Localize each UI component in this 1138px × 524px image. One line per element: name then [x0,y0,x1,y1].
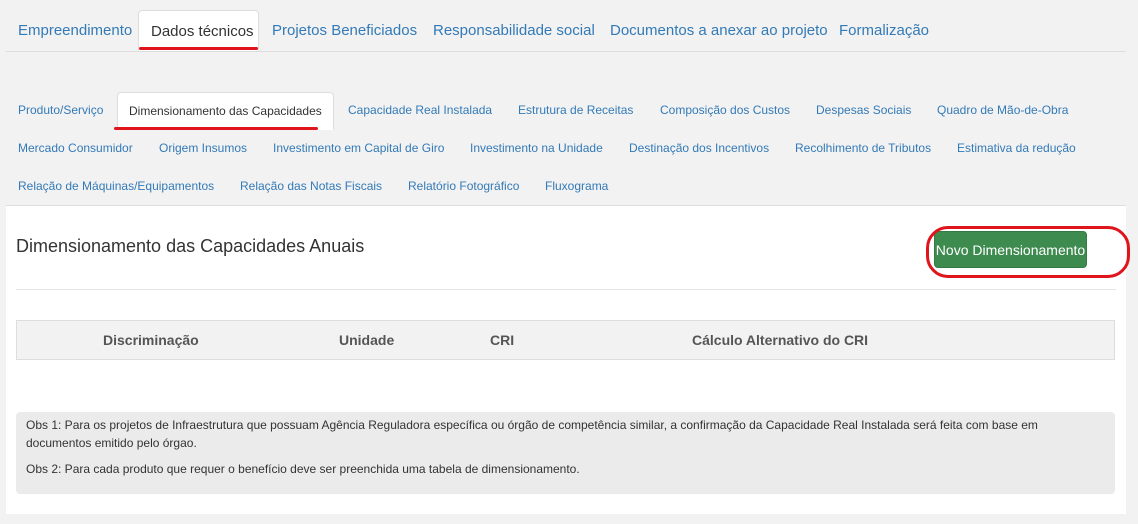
subtab-investimento-capital-giro[interactable]: Investimento em Capital de Giro [273,138,444,158]
table-header: Discriminação Unidade CRI Cálculo Altern… [16,320,1115,360]
notes-box: Obs 1: Para os projetos de Infraestrutur… [16,412,1115,494]
subtab-despesas-sociais[interactable]: Despesas Sociais [816,100,911,120]
page-title: Dimensionamento das Capacidades Anuais [16,236,365,256]
tab-responsabilidade-social[interactable]: Responsabilidade social [433,10,595,51]
title-divider [16,289,1116,290]
tab-documentos-anexar[interactable]: Documentos a anexar ao projeto [610,10,828,51]
subtab-relacao-maquinas[interactable]: Relação de Máquinas/Equipamentos [18,176,214,196]
subtab-quadro-mao-de-obra[interactable]: Quadro de Mão-de-Obra [937,100,1068,120]
subtab-composicao-custos[interactable]: Composição dos Custos [660,100,790,120]
annotation-underline-dados-tecnicos [139,47,258,50]
subtab-produto-servico[interactable]: Produto/Serviço [18,100,103,120]
column-header-calculo-alternativo[interactable]: Cálculo Alternativo do CRI [692,321,868,359]
top-tab-bar: Empreendimento Dados técnicos Projetos B… [6,10,1126,52]
subtab-destinacao-incentivos[interactable]: Destinação dos Incentivos [629,138,769,158]
subtab-mercado-consumidor[interactable]: Mercado Consumidor [18,138,133,158]
column-header-cri[interactable]: CRI [490,321,514,359]
subtab-origem-insumos[interactable]: Origem Insumos [159,138,247,158]
note-obs1: Obs 1: Para os projetos de Infraestrutur… [26,418,1038,450]
tab-formalizacao[interactable]: Formalização [839,10,929,51]
subtab-relatorio-fotografico[interactable]: Relatório Fotográfico [408,176,519,196]
subtab-investimento-unidade[interactable]: Investimento na Unidade [470,138,603,158]
tab-dados-tecnicos[interactable]: Dados técnicos [138,10,259,51]
annotation-underline-dimensionamento [114,127,318,130]
subtab-capacidade-real-instalada[interactable]: Capacidade Real Instalada [348,100,492,120]
tab-projetos-beneficiados[interactable]: Projetos Beneficiados [272,10,417,51]
subtab-estimativa-reducao[interactable]: Estimativa da redução [957,138,1076,158]
tab-empreendimento[interactable]: Empreendimento [18,10,132,51]
annotation-circle-new-button [926,226,1130,278]
column-header-discriminacao[interactable]: Discriminação [103,321,199,359]
subtab-fluxograma[interactable]: Fluxograma [545,176,608,196]
subtab-dimensionamento-capacidades[interactable]: Dimensionamento das Capacidades [117,92,334,130]
subtab-estrutura-receitas[interactable]: Estrutura de Receitas [518,100,633,120]
note-obs2: Obs 2: Para cada produto que requer o be… [26,462,580,476]
column-header-unidade[interactable]: Unidade [339,321,394,359]
subtab-recolhimento-tributos[interactable]: Recolhimento de Tributos [795,138,931,158]
subtab-relacao-notas-fiscais[interactable]: Relação das Notas Fiscais [240,176,382,196]
